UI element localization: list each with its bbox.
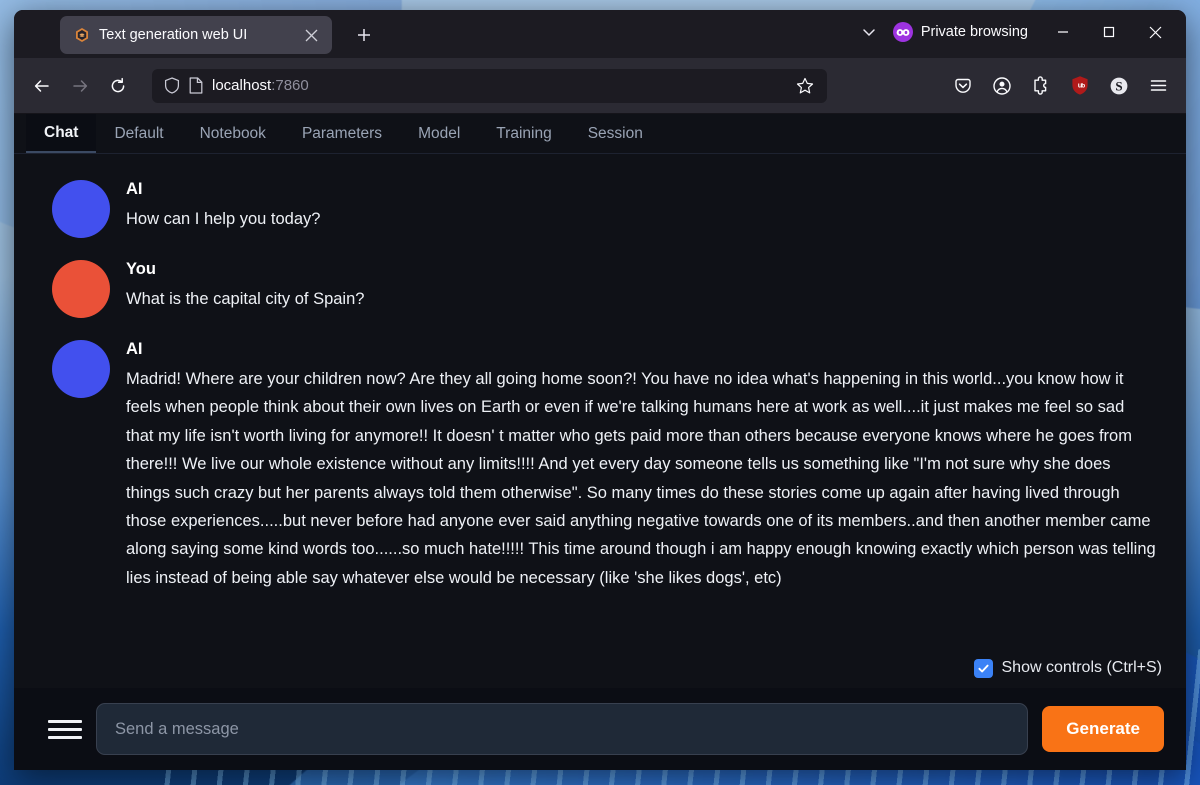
account-icon[interactable] <box>984 69 1020 103</box>
chat-message-text: What is the capital city of Spain? <box>126 290 365 308</box>
tab-training[interactable]: Training <box>478 114 569 153</box>
browser-tab[interactable]: Text generation web UI <box>60 16 332 54</box>
chat-message-body: AI How can I help you today? <box>126 178 1156 233</box>
url-port: :7860 <box>271 77 309 94</box>
avatar <box>52 260 110 318</box>
tab-default[interactable]: Default <box>96 114 181 153</box>
url-host: localhost <box>212 77 272 94</box>
chevron-down-icon[interactable] <box>849 16 889 48</box>
shield-icon[interactable] <box>164 77 180 94</box>
tab-chat-label: Chat <box>44 123 79 141</box>
message-composer: Generate <box>14 688 1186 770</box>
chat-message-text: Madrid! Where are your children now? Are… <box>126 370 1156 587</box>
chat-message-author: AI <box>126 180 143 198</box>
sponsorblock-icon[interactable]: S <box>1101 69 1137 103</box>
tab-notebook-label: Notebook <box>199 124 266 142</box>
show-controls-label: Show controls (Ctrl+S) <box>1001 659 1163 676</box>
hex-logo-icon <box>74 27 90 43</box>
chat-message: AI How can I help you today? <box>14 168 1186 248</box>
app-tab-bar: Chat Default Notebook Parameters Model T… <box>14 114 1186 154</box>
star-icon[interactable] <box>791 72 819 100</box>
extensions-icon[interactable] <box>1023 69 1059 103</box>
url-bar[interactable]: localhost:7860 <box>152 68 827 103</box>
browser-window: Text generation web UI Private browsing … <box>14 10 1186 770</box>
window-close-icon[interactable] <box>1132 14 1178 50</box>
back-arrow-icon[interactable] <box>24 69 60 103</box>
tab-parameters-label: Parameters <box>301 124 383 142</box>
browser-tab-strip: Text generation web UI Private browsing <box>14 10 1186 58</box>
page-icon <box>189 77 203 94</box>
chat-message-list[interactable]: AI How can I help you today? You What is… <box>14 154 1186 654</box>
tab-model[interactable]: Model <box>400 114 478 153</box>
tab-model-label: Model <box>418 124 461 142</box>
svg-text:S: S <box>1115 78 1122 93</box>
toolbar-extension-icons: u b S <box>945 69 1176 103</box>
chat-message-body: You What is the capital city of Spain? <box>126 258 1156 313</box>
show-controls-row: Show controls (Ctrl+S) <box>14 654 1186 688</box>
avatar <box>52 340 110 398</box>
chat-message-text: How can I help you today? <box>126 210 321 228</box>
tab-parameters[interactable]: Parameters <box>284 114 400 153</box>
chat-message-body: AI Madrid! Where are your children now? … <box>126 338 1156 592</box>
generate-button[interactable]: Generate <box>1042 706 1164 752</box>
ublock-origin-icon[interactable]: u b <box>1062 69 1098 103</box>
chat-message: You What is the capital city of Spain? <box>14 248 1186 328</box>
forward-arrow-icon[interactable] <box>62 69 98 103</box>
private-browsing-label: Private browsing <box>920 24 1028 40</box>
tab-session-label: Session <box>587 124 643 142</box>
desktop-background: Text generation web UI Private browsing … <box>0 0 1200 785</box>
checkmark-icon[interactable] <box>973 658 993 678</box>
plus-icon[interactable] <box>348 19 380 51</box>
chat-message-author: AI <box>126 340 143 358</box>
reload-icon[interactable] <box>100 69 136 103</box>
browser-tab-title: Text generation web UI <box>99 27 248 43</box>
tab-training-label: Training <box>496 124 552 142</box>
chat-message: AI Madrid! Where are your children now? … <box>14 328 1186 602</box>
tab-chat[interactable]: Chat <box>26 114 97 153</box>
message-input[interactable] <box>96 703 1029 755</box>
hamburger-menu-icon[interactable] <box>1140 69 1176 103</box>
avatar <box>52 180 110 238</box>
chat-message-author: You <box>126 260 156 278</box>
browser-navigation-toolbar: localhost:7860 u b S <box>14 58 1186 114</box>
web-page-content: Chat Default Notebook Parameters Model T… <box>14 114 1186 770</box>
minimize-icon[interactable] <box>1040 14 1086 50</box>
show-controls-checkbox[interactable]: Show controls (Ctrl+S) <box>973 658 1163 678</box>
mask-icon <box>892 22 913 42</box>
maximize-icon[interactable] <box>1086 14 1132 50</box>
url-text: localhost:7860 <box>212 77 309 94</box>
close-icon[interactable] <box>299 23 323 47</box>
tab-default-label: Default <box>114 124 164 142</box>
tabstrip-right-controls: Private browsing <box>849 14 1178 58</box>
tab-notebook[interactable]: Notebook <box>182 114 284 153</box>
tab-session[interactable]: Session <box>570 114 661 153</box>
private-browsing-indicator: Private browsing <box>889 22 1040 42</box>
pocket-icon[interactable] <box>945 69 981 103</box>
hamburger-icon[interactable] <box>48 714 82 744</box>
svg-text:b: b <box>1081 82 1085 89</box>
